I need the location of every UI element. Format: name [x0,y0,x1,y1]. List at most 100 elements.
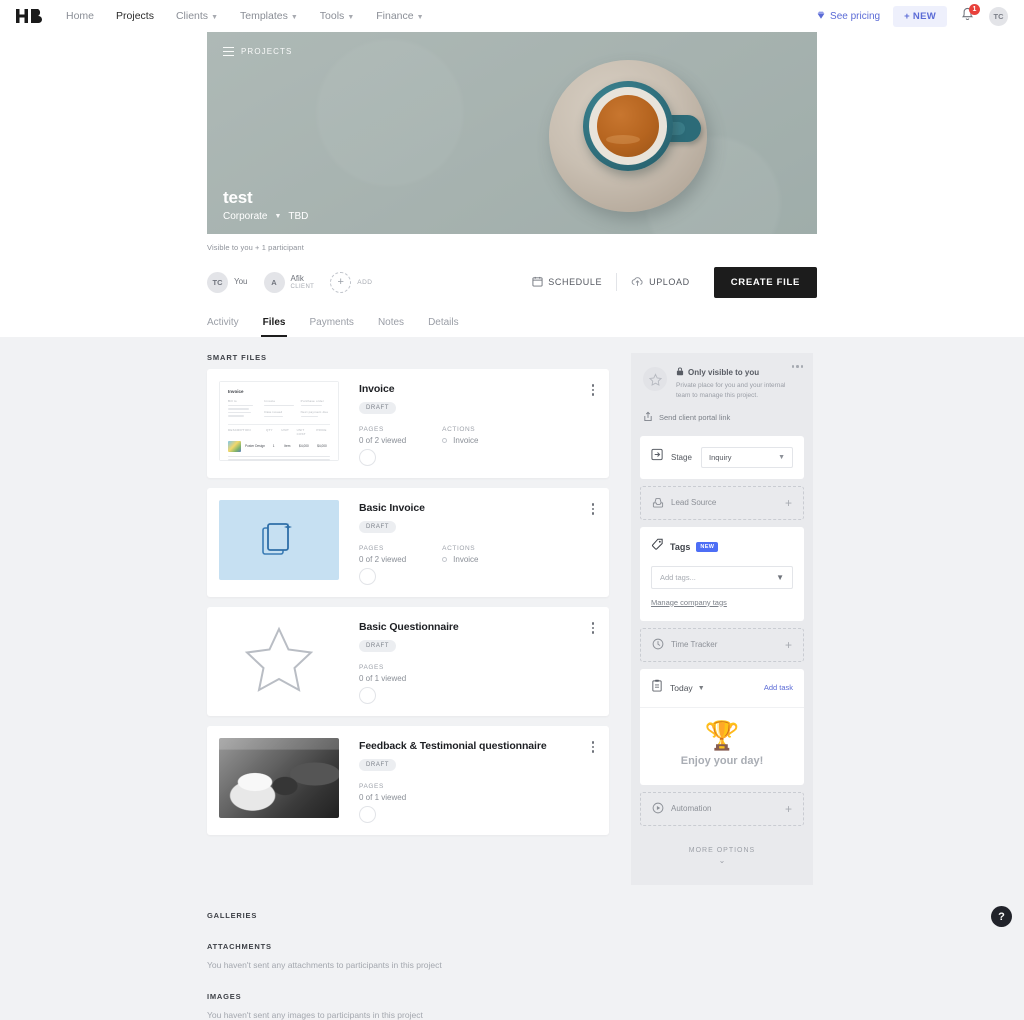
tab-details[interactable]: Details [428,317,459,337]
participant-client[interactable]: A Afik CLIENT [263,271,315,293]
pages-value: 0 of 2 viewed [359,555,407,564]
status-dot-icon [442,557,448,562]
nav-item-finance[interactable]: Finance ▼ [376,10,423,22]
star-icon [244,626,314,692]
tab-notes[interactable]: Notes [378,317,404,337]
tab-payments[interactable]: Payments [309,317,353,337]
progress-ring [359,687,376,704]
invoice-col-unit: UNIT [281,428,290,433]
actions-header: ACTIONS [442,545,476,552]
nav-label: Finance [376,10,414,22]
chevron-down-icon[interactable]: ▼ [698,685,705,692]
photo-image [219,738,339,818]
file-card-basic-questionnaire[interactable]: Basic Questionnaire DRAFT PAGES 0 of 1 v… [207,607,609,716]
invoice-date-label: Date issued [264,410,283,415]
avatar: TC [207,271,228,293]
plus-icon[interactable]: + [330,271,352,293]
time-tracker-button[interactable]: Time Tracker + [640,627,804,662]
nav-item-clients[interactable]: Clients ▼ [176,10,218,22]
stage-select[interactable]: Inquiry ▼ [701,446,793,468]
user-avatar[interactable]: TC [989,6,1008,26]
invoice-due-label: Next payment due [300,410,329,415]
progress-ring [359,568,376,585]
card-more-options-button[interactable] [590,382,597,398]
create-file-button[interactable]: CREATE FILE [713,266,817,298]
file-card-basic-invoice[interactable]: Basic Invoice DRAFT PAGES 0 of 2 viewed … [207,488,609,597]
tags-title: Tags [670,541,691,552]
trophy-icon: 🏆 [704,719,740,751]
stage-label: Stage [671,452,692,462]
clipboard-icon [651,679,663,697]
pages-header: PAGES [359,545,384,552]
see-pricing-button[interactable]: See pricing [816,10,880,23]
nav-item-projects[interactable]: Projects [116,10,154,22]
inbox-icon [652,496,664,510]
participants-row: TC You A Afik CLIENT + ADD SCHEDULE UPLO… [207,261,817,303]
send-client-portal-link-button[interactable]: Send client portal link [631,411,813,436]
notifications-button[interactable]: 1 [960,4,980,25]
breadcrumb[interactable]: PROJECTS [223,47,292,57]
project-actions: SCHEDULE UPLOAD CREATE FILE [518,266,817,298]
stage-card: Stage Inquiry ▼ [640,435,804,479]
participant-you[interactable]: TC You [207,271,248,293]
invoice-thumb-heading: Invoice [228,389,244,394]
attachments-empty-text: You haven't sent any attachments to part… [207,959,442,970]
lead-source-button[interactable]: Lead Source + [640,485,804,520]
card-more-options-button[interactable] [590,620,597,636]
tab-files[interactable]: Files [260,317,288,337]
help-button[interactable]: ? [991,906,1012,927]
new-button[interactable]: + NEW [893,5,947,27]
tab-activity[interactable]: Activity [207,317,239,337]
add-task-button[interactable]: Add task [764,683,793,692]
more-options-button[interactable]: MORE OPTIONS ⌄ [631,833,813,875]
schedule-button[interactable]: SCHEDULE [518,276,616,289]
file-title: Basic Questionnaire [359,621,459,633]
add-tags-select[interactable]: Add tags... ▼ [651,565,793,589]
nav-item-home[interactable]: Home [66,10,94,22]
more-options-label: MORE OPTIONS [688,846,756,854]
sidebar-more-options-button[interactable] [791,365,803,368]
new-badge: NEW [696,541,719,552]
file-title: Invoice [359,383,395,395]
plus-icon[interactable]: + [785,639,792,651]
nav-item-templates[interactable]: Templates ▼ [240,10,298,22]
actions-meta: ACTIONS Invoice [442,426,479,466]
project-header-section: PROJECTS test Corporate ▼ TBD Visible to… [0,32,1024,337]
invoice-item-qty: 1 [272,444,275,449]
automation-button[interactable]: Automation + [640,791,804,826]
pages-meta: PAGES 0 of 1 viewed [359,783,406,823]
file-card-feedback-questionnaire[interactable]: Feedback & Testimonial questionnaire DRA… [207,726,609,835]
invoice-item-price: $4,000 [317,444,327,449]
bottom-sections: GALLERIES ATTACHMENTS You haven't sent a… [207,885,817,1020]
card-more-options-button[interactable] [590,501,597,517]
star-icon [643,367,667,391]
status-badge: DRAFT [359,402,396,414]
images-empty-text: You haven't sent any images to participa… [207,1009,423,1020]
plus-icon[interactable]: + [785,497,792,509]
invoice-item-cost: $4,000 [299,444,309,449]
file-card-invoice[interactable]: Invoice Bill to Invoice Date issued Purc… [207,369,609,478]
primary-nav-links: Home Projects Clients ▼ Templates ▼ Tool… [66,10,424,22]
page-title: test [223,187,253,207]
chevron-down-icon: ▼ [211,13,218,21]
file-title: Basic Invoice [359,502,425,514]
upload-button[interactable]: UPLOAD [617,276,704,289]
hamburger-menu-icon[interactable] [223,47,234,57]
project-type[interactable]: Corporate [223,211,267,222]
chevron-down-icon[interactable]: ▼ [274,213,281,220]
stage-icon [651,448,664,466]
chevron-down-icon: ▼ [778,453,785,461]
plus-icon[interactable]: + [785,803,792,815]
card-more-options-button[interactable] [590,739,597,755]
upload-label: UPLOAD [649,277,690,287]
manage-company-tags-link[interactable]: Manage company tags [651,598,727,607]
progress-ring [359,806,376,823]
add-participant[interactable]: + ADD [330,271,372,293]
participant-name: You [234,277,248,286]
action-value: Invoice [453,436,479,445]
app-logo[interactable] [12,9,44,23]
chevron-down-icon: ▼ [416,13,424,21]
lock-icon [676,367,684,378]
nav-item-tools[interactable]: Tools ▼ [320,10,354,22]
avatar: A [263,271,285,293]
